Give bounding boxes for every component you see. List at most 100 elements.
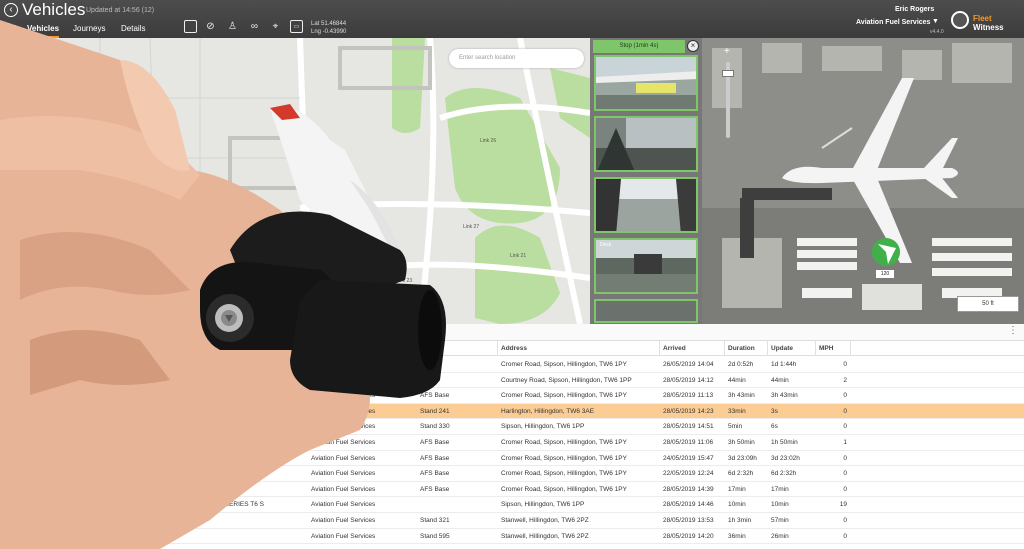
camera-feed-4[interactable]: Deck (594, 238, 698, 294)
cell-reg: Q429AAF (146, 423, 175, 431)
cell-model: MAN UNKNOWN (192, 454, 243, 462)
column-header-address[interactable]: Address (501, 345, 527, 352)
cell-arrived: 24/05/2019 15:47 (663, 454, 714, 462)
sat-zoom-handle[interactable] (722, 70, 734, 77)
cell-arrived: 28/05/2019 14:39 (663, 485, 714, 493)
no-location-icon[interactable]: ⊘ (204, 20, 217, 33)
org-selector[interactable]: Aviation Fuel Services (856, 19, 930, 26)
camera-feed-5[interactable] (594, 299, 698, 323)
cell-update: 17min (771, 485, 789, 493)
cell-arrived: 22/05/2019 12:24 (663, 470, 714, 478)
column-header-duration[interactable]: Duration (728, 345, 755, 352)
cell-base: Base (420, 361, 435, 368)
cell-reg: Q749EFE (146, 470, 175, 478)
cell-reg: KX07UKB (146, 485, 176, 493)
cell-mph: 0 (843, 392, 847, 400)
vehicle-marker-label[interactable]: 120 (876, 270, 894, 278)
cell-mph: 0 (843, 407, 847, 415)
sat-zoom-in-icon[interactable]: + (724, 46, 730, 57)
cell-update: 1h 50min (771, 439, 798, 446)
layers-icon[interactable]: ▭ (290, 20, 303, 33)
cell-update: 1d 1:44h (771, 361, 797, 368)
cell-org: Aviation Fuel Services (311, 439, 376, 446)
zoom-slider[interactable] (17, 86, 21, 166)
table-row[interactable]: Q748EFE MAN UNKNOWN Aviation Fuel Services… (0, 451, 1024, 467)
cell-arrived: 28/05/2019 14:23 (663, 407, 714, 415)
road-label: Link 23 (396, 278, 413, 284)
column-header-arrived[interactable]: Arrived (663, 345, 686, 352)
table-row[interactable]: 151 KX07UKB Aviation Fuel Services AFS Base… (0, 482, 1024, 498)
table-row[interactable]: Q428AAF Aviation Fuel Services Stand 241 Ha… (0, 403, 1024, 420)
select-box-icon[interactable] (184, 20, 197, 33)
cell-address: Sipson, Hillingdon, TW6 1PP (501, 423, 585, 431)
camera-feed-2[interactable] (594, 116, 698, 172)
table-row[interactable]: Q430AAF Aviation Fuel Services AFS Base Cro… (0, 388, 1024, 404)
stop-stream-button[interactable]: Stop (1min 4s) (593, 40, 685, 53)
cell-org: Aviation Fuel Services (311, 423, 376, 431)
cell-model: MAN UNKNOWN (192, 439, 243, 446)
cell-mph: 0 (843, 532, 847, 540)
map-scale: 50 ft (957, 296, 1019, 312)
cell-reg: BX58XMY (146, 501, 176, 509)
camera-feed-3[interactable] (594, 177, 698, 233)
cell-org: Aviation Fuel Services (311, 454, 376, 462)
cell-duration: 10min (728, 501, 746, 509)
table-row[interactable]: 161 Q654VBD Aviation Fuel Services Stand 32… (0, 513, 1024, 529)
satellite-map[interactable]: + 120 50 ft (702, 38, 1024, 324)
cell-org: Aviation Fuel Services (311, 470, 376, 478)
back-icon[interactable]: ‹ (4, 3, 18, 17)
close-icon[interactable]: × (687, 40, 699, 52)
table-row[interactable]: 158 BX58XMY VOLVO 70 SERIES T6 S Aviation F… (0, 497, 1024, 513)
user-name[interactable]: Eric Rogers (895, 6, 934, 13)
crosshair-icon[interactable]: ⌖ (269, 20, 282, 33)
camera-feed-1[interactable] (594, 55, 698, 111)
cell-address: Cromer Road, Sipson, Hillingdon, TW6 1PY (501, 439, 627, 446)
table-row[interactable]: 168 BX58XOZ Aviation Fuel Services Stand 59… (0, 529, 1024, 545)
logo-word-fleet: Fleet (973, 14, 992, 23)
street-map[interactable]: + Enter search location Link 27 Link 21 … (0, 38, 590, 324)
binoculars-icon[interactable]: ∞ (248, 20, 261, 33)
column-header-update[interactable]: Update (771, 345, 793, 352)
cell-base: AFS Base (420, 485, 450, 493)
cell-duration: 2d 0:52h (728, 361, 754, 368)
map-canvas (0, 38, 590, 324)
zoom-slider-handle[interactable] (13, 104, 25, 112)
table-row[interactable]: Courtney Road, Sipson, Hillingdon, TW6 1… (0, 373, 1024, 389)
cell-num: 168 (92, 532, 103, 540)
tab-journeys[interactable]: Journeys (73, 24, 105, 36)
cell-arrived: 28/05/2019 14:12 (663, 376, 714, 384)
cell-duration: 3h 50min (728, 439, 755, 446)
search-location-input[interactable]: Enter search location (449, 49, 584, 68)
tab-vehicles[interactable]: Vehicles (27, 24, 60, 38)
coordinate-readout: Lat 51.46844 Lng -0.43990 (311, 20, 346, 36)
cell-address: Courtney Road, Sipson, Hillingdon, TW6 1… (501, 376, 632, 384)
cell-mph: 0 (843, 454, 847, 462)
cell-mph: 0 (843, 517, 847, 524)
cell-update: 6s (771, 423, 778, 431)
tab-details[interactable]: Details (121, 24, 145, 36)
column-header-mph[interactable]: MPH (819, 345, 833, 352)
cell-duration: 17min (728, 485, 746, 493)
cell-arrived: 28/05/2019 14:51 (663, 423, 714, 431)
person-icon[interactable]: ♙ (226, 20, 239, 33)
app-header: ‹ Vehicles Updated at 14:56 (12) Vehicle… (0, 0, 1024, 38)
cell-address: Sipson, Hillingdon, TW6 1PP (501, 501, 585, 509)
cell-base: Stand 595 (420, 532, 450, 540)
cell-duration: 33min (728, 407, 746, 415)
cell-org: Aviation Fuel Services (311, 407, 376, 415)
cell-arrived: 28/05/2019 13:53 (663, 517, 714, 524)
table-row[interactable]: Q429AAF MAN UNKNOWN Aviation Fuel Services… (0, 419, 1024, 435)
table-row[interactable]: Q749EFE MAN UNKNOWN Aviation Fuel Services… (0, 466, 1024, 482)
menu-icon[interactable] (5, 25, 16, 33)
cell-reg: Q654VBD (146, 517, 176, 524)
vehicle-table: ⋮ Address Arrived Duration Update MPH Ba… (0, 324, 1024, 549)
table-row[interactable]: Base Cromer Road, Sipson, Hillingdon, TW6… (0, 357, 1024, 373)
more-options-icon[interactable]: ⋮ (1008, 325, 1018, 336)
cell-mph: 19 (839, 501, 847, 509)
cell-org: Aviation Fuel Services (311, 485, 376, 493)
table-row[interactable]: Q747EFE MAN UNKNOWN Aviation Fuel Services… (0, 435, 1024, 451)
cell-model: VOLVO 70 SERIES T6 S (192, 501, 265, 509)
cell-mph: 0 (843, 423, 847, 431)
chevron-down-icon[interactable]: ▼ (932, 18, 939, 25)
cell-num: 151 (92, 485, 103, 493)
